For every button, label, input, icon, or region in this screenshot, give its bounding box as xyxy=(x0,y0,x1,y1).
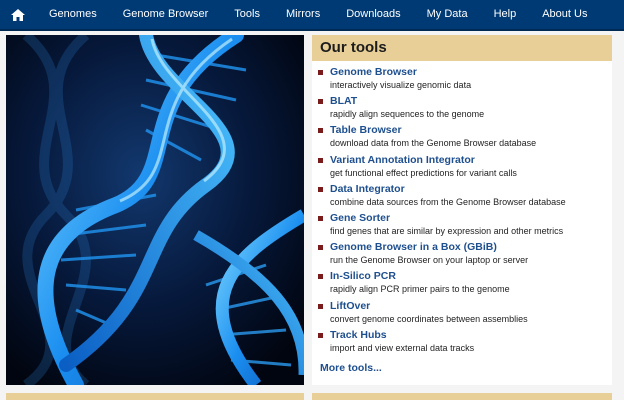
nav-mirrors[interactable]: Mirrors xyxy=(273,0,333,30)
page-body: Our tools Genome Browser interactively v… xyxy=(0,31,624,400)
top-navbar: Genomes Genome Browser Tools Mirrors Dow… xyxy=(0,0,624,31)
tool-item-variant-annotation-integrator: Variant Annotation Integrator get functi… xyxy=(318,154,612,183)
dna-helix-graphic xyxy=(6,35,304,385)
bullet-icon xyxy=(318,245,323,251)
tool-item-table-browser: Table Browser download data from the Gen… xyxy=(318,124,612,153)
tool-item-data-integrator: Data Integrator combine data sources fro… xyxy=(318,183,612,212)
tool-desc: download data from the Genome Browser da… xyxy=(330,138,537,149)
tool-item-genome-browser: Genome Browser interactively visualize g… xyxy=(318,66,612,95)
nav-my-data[interactable]: My Data xyxy=(414,0,481,30)
tool-link-table-browser[interactable]: Table Browser xyxy=(330,124,612,137)
tool-link-gbib[interactable]: Genome Browser in a Box (GBiB) xyxy=(330,241,612,254)
tool-item-track-hubs: Track Hubs import and view external data… xyxy=(318,329,612,358)
tool-item-blat: BLAT rapidly align sequences to the geno… xyxy=(318,95,612,124)
bullet-icon xyxy=(318,303,323,309)
next-panel-header-right xyxy=(312,393,612,400)
nav-help[interactable]: Help xyxy=(481,0,530,30)
bullet-icon xyxy=(318,186,323,192)
bullet-icon xyxy=(318,99,323,105)
home-icon xyxy=(11,8,25,21)
bullet-icon xyxy=(318,215,323,221)
tool-item-gbib: Genome Browser in a Box (GBiB) run the G… xyxy=(318,241,612,270)
nav-about-us[interactable]: About Us xyxy=(529,0,600,30)
tool-desc: run the Genome Browser on your laptop or… xyxy=(330,255,529,266)
tool-link-genome-browser[interactable]: Genome Browser xyxy=(330,66,612,79)
nav-tools[interactable]: Tools xyxy=(221,0,273,30)
nav-genome-browser[interactable]: Genome Browser xyxy=(110,0,222,30)
tool-link-liftover[interactable]: LiftOver xyxy=(330,300,612,313)
home-button[interactable] xyxy=(0,0,36,30)
tool-link-track-hubs[interactable]: Track Hubs xyxy=(330,329,612,342)
tool-link-data-integrator[interactable]: Data Integrator xyxy=(330,183,612,196)
tool-link-gene-sorter[interactable]: Gene Sorter xyxy=(330,212,612,225)
bullet-icon xyxy=(318,274,323,280)
nav-downloads[interactable]: Downloads xyxy=(333,0,413,30)
more-tools-link[interactable]: More tools... xyxy=(320,362,382,374)
nav-genomes[interactable]: Genomes xyxy=(36,0,110,30)
tool-link-variant-annotation-integrator[interactable]: Variant Annotation Integrator xyxy=(330,154,612,167)
bullet-icon xyxy=(318,332,323,338)
tool-desc: rapidly align PCR primer pairs to the ge… xyxy=(330,284,510,295)
bullet-icon xyxy=(318,128,323,134)
next-panel-header-left xyxy=(6,393,304,400)
tool-desc: convert genome coordinates between assem… xyxy=(330,313,528,324)
tool-link-in-silico-pcr[interactable]: In-Silico PCR xyxy=(330,270,612,283)
tool-desc: rapidly align sequences to the genome xyxy=(330,109,485,120)
tool-desc: get functional effect predictions for va… xyxy=(330,167,517,178)
tool-item-liftover: LiftOver convert genome coordinates betw… xyxy=(318,300,612,329)
tool-desc: combine data sources from the Genome Bro… xyxy=(330,196,566,207)
bullet-icon xyxy=(318,157,323,163)
tool-list: Genome Browser interactively visualize g… xyxy=(312,61,612,358)
tools-panel-title: Our tools xyxy=(312,35,612,61)
tool-link-blat[interactable]: BLAT xyxy=(330,95,612,108)
bullet-icon xyxy=(318,70,323,75)
tool-desc: find genes that are similar by expressio… xyxy=(330,225,564,236)
dna-helix-image xyxy=(6,35,304,385)
tool-desc: import and view external data tracks xyxy=(330,342,475,353)
tool-item-gene-sorter: Gene Sorter find genes that are similar … xyxy=(318,212,612,241)
tool-item-in-silico-pcr: In-Silico PCR rapidly align PCR primer p… xyxy=(318,270,612,299)
tool-desc: interactively visualize genomic data xyxy=(330,80,472,90)
our-tools-panel: Our tools Genome Browser interactively v… xyxy=(312,35,612,385)
